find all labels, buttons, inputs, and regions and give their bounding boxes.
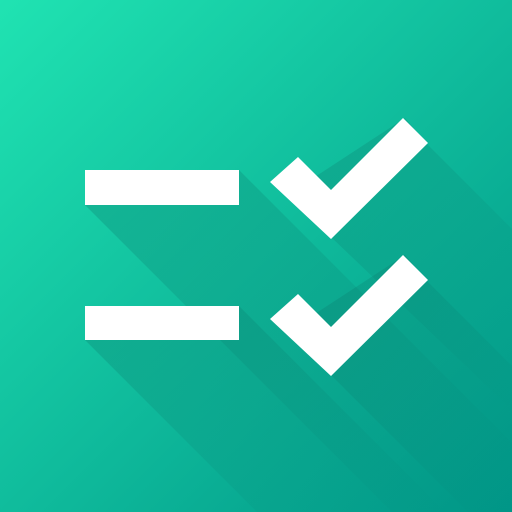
item-dash-1: [85, 170, 239, 205]
app-icon: [0, 0, 512, 512]
item-dash-2: [85, 306, 239, 340]
checklist-icon: [0, 0, 512, 512]
